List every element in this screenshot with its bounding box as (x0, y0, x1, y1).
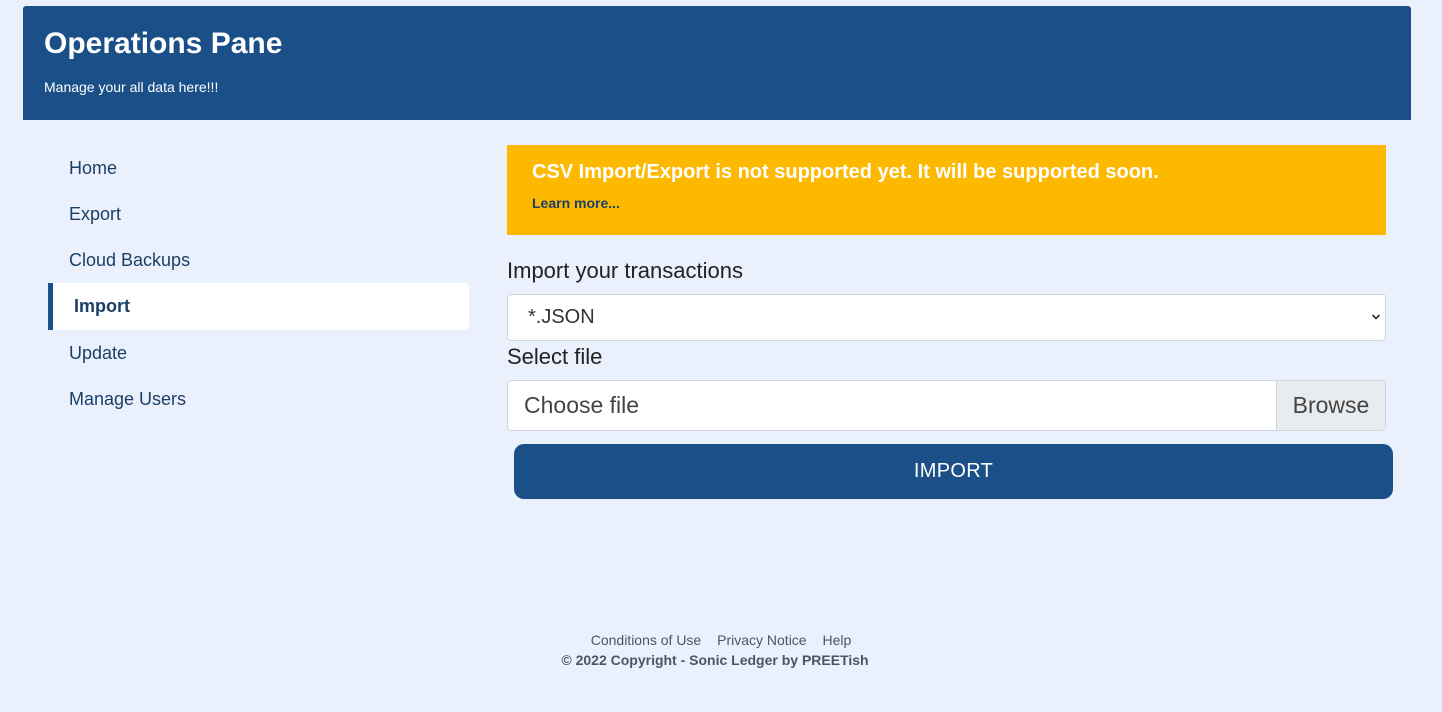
footer-links: Conditions of Use Privacy Notice Help (0, 630, 1442, 650)
select-file-label: Select file (507, 344, 603, 369)
file-input-placeholder: Choose file (524, 392, 640, 418)
sidebar-item-manage-users[interactable]: Manage Users (48, 376, 469, 422)
sidebar-item-cloud-backups[interactable]: Cloud Backups (48, 237, 469, 283)
import-button[interactable]: IMPORT (514, 444, 1393, 499)
page-title: Operations Pane (44, 27, 283, 60)
sidebar-item-home[interactable]: Home (48, 145, 469, 191)
warning-alert: CSV Import/Export is not supported yet. … (507, 145, 1386, 235)
import-label: Import your transactions (507, 258, 743, 283)
chevron-down-icon (1371, 295, 1381, 359)
footer-link-privacy[interactable]: Privacy Notice (717, 632, 806, 648)
sidebar-item-export[interactable]: Export (48, 191, 469, 237)
footer: Conditions of Use Privacy Notice Help © … (0, 630, 1442, 670)
file-input[interactable]: Choose file Browse (507, 380, 1386, 431)
learn-more-link[interactable]: Learn more... (532, 195, 620, 211)
format-select-value: *.JSON (528, 306, 595, 328)
alert-message: CSV Import/Export is not supported yet. … (532, 161, 1159, 183)
footer-copyright: © 2022 Copyright - Sonic Ledger by PREET… (561, 652, 869, 668)
footer-link-conditions[interactable]: Conditions of Use (591, 632, 702, 648)
page-header: Operations Pane Manage your all data her… (23, 6, 1411, 120)
footer-link-help[interactable]: Help (822, 632, 851, 648)
sidebar: Home Export Cloud Backups Import Update … (48, 145, 469, 422)
sidebar-item-update[interactable]: Update (48, 330, 469, 376)
page-subtitle: Manage your all data here!!! (44, 79, 219, 95)
format-select[interactable]: *.JSON (507, 294, 1386, 341)
sidebar-item-import[interactable]: Import (48, 283, 469, 330)
main-content: CSV Import/Export is not supported yet. … (507, 145, 1393, 499)
browse-button[interactable]: Browse (1276, 381, 1385, 430)
